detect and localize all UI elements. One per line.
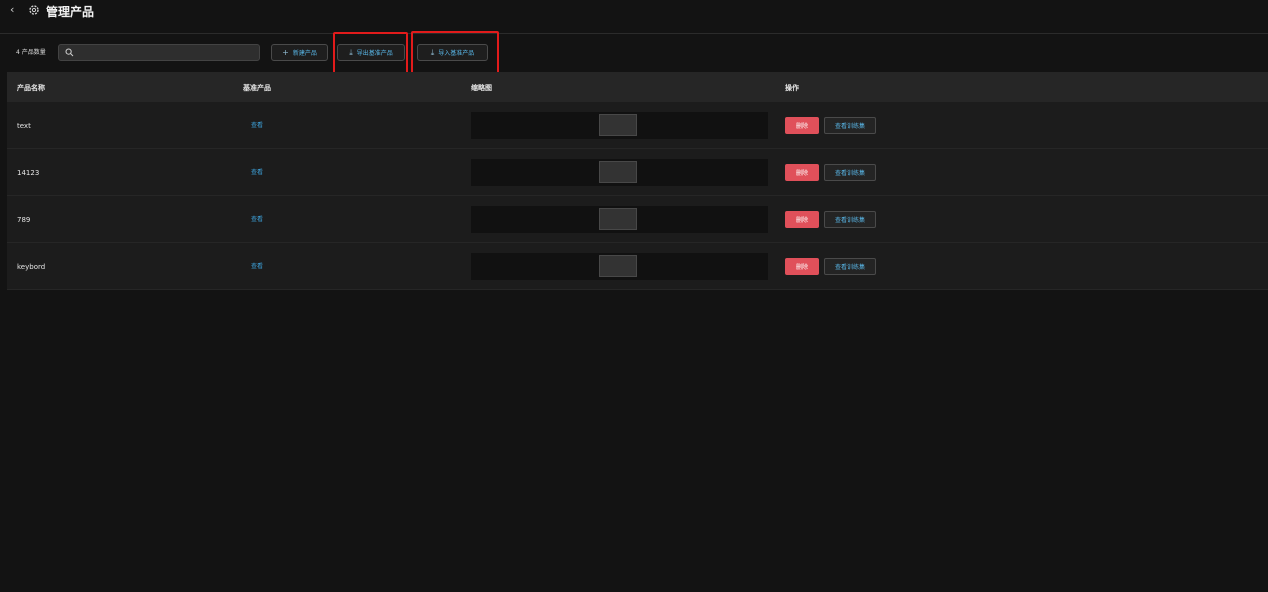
search-icon (65, 48, 74, 57)
thumbnail-image[interactable] (599, 114, 637, 136)
product-name: 14123 (17, 169, 40, 177)
product-name: keybord (17, 263, 46, 271)
thumbnail-cell (471, 206, 768, 233)
column-header-name: 产品名称 (17, 84, 45, 92)
view-base-link[interactable]: 查看 (251, 167, 263, 176)
table-row: keybord 查看 删除 查看训练集 (7, 243, 1268, 290)
new-product-label: 新建产品 (292, 50, 317, 57)
view-training-set-button[interactable]: 查看训练集 (824, 164, 876, 181)
highlight-box-export (333, 32, 408, 75)
table-header: 产品名称 基准产品 缩略图 操作 (7, 72, 1268, 102)
thumbnail-image[interactable] (599, 255, 637, 277)
top-bar: ‹ 管理产品 (0, 0, 1268, 24)
products-table: 产品名称 基准产品 缩略图 操作 text 查看 删除 查看训练集 14123 … (7, 72, 1268, 290)
delete-button[interactable]: 删除 (785, 164, 819, 181)
divider (0, 33, 1268, 34)
thumbnail-cell (471, 159, 768, 186)
product-count: 4 产品数量 (16, 49, 46, 56)
view-base-link[interactable]: 查看 (251, 261, 263, 270)
column-header-thumbnail: 缩略图 (471, 84, 492, 92)
new-product-button[interactable]: + 新建产品 (271, 44, 328, 61)
table-row: text 查看 删除 查看训练集 (7, 102, 1268, 149)
column-header-actions: 操作 (785, 84, 799, 92)
gear-icon (29, 5, 39, 15)
view-training-set-button[interactable]: 查看训练集 (824, 117, 876, 134)
thumbnail-image[interactable] (599, 161, 637, 183)
search-box[interactable] (58, 44, 260, 61)
product-name: 789 (17, 216, 31, 224)
page-title: 管理产品 (46, 5, 95, 19)
back-icon[interactable]: ‹ (10, 3, 14, 16)
view-base-link[interactable]: 查看 (251, 120, 263, 129)
search-input[interactable] (77, 45, 257, 60)
thumbnail-cell (471, 253, 768, 280)
column-header-base: 基准产品 (243, 84, 271, 92)
view-base-link[interactable]: 查看 (251, 214, 263, 223)
plus-icon: + (282, 47, 289, 57)
product-name: text (17, 122, 31, 130)
table-row: 789 查看 删除 查看训练集 (7, 196, 1268, 243)
highlight-box-import (411, 31, 499, 77)
view-training-set-button[interactable]: 查看训练集 (824, 211, 876, 228)
view-training-set-button[interactable]: 查看训练集 (824, 258, 876, 275)
thumbnail-cell (471, 112, 768, 139)
thumbnail-image[interactable] (599, 208, 637, 230)
delete-button[interactable]: 删除 (785, 258, 819, 275)
table-row: 14123 查看 删除 查看训练集 (7, 149, 1268, 196)
delete-button[interactable]: 删除 (785, 117, 819, 134)
delete-button[interactable]: 删除 (785, 211, 819, 228)
